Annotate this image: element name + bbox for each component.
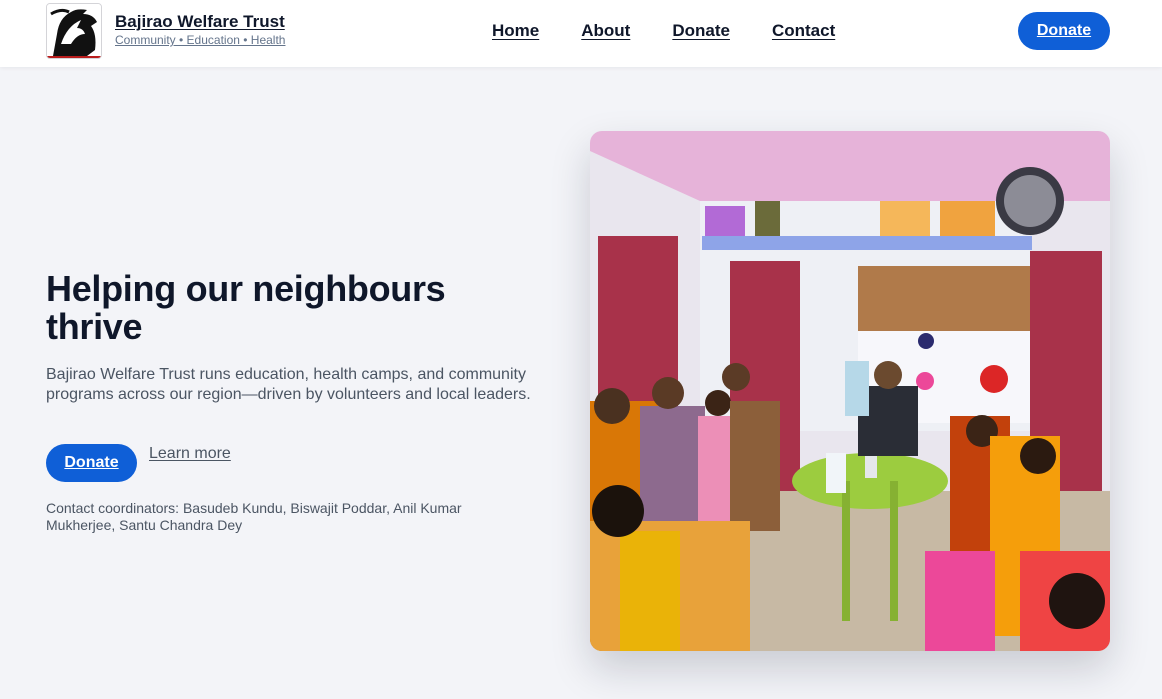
header-donate-button[interactable]: Donate <box>1018 12 1110 50</box>
logo-horse-icon <box>46 3 102 59</box>
hero-donate-button[interactable]: Donate <box>46 444 137 482</box>
nav-home[interactable]: Home <box>492 21 539 41</box>
nav-about[interactable]: About <box>581 21 630 41</box>
hero-title: Helping our neighbours thrive <box>46 268 446 347</box>
nav-donate[interactable]: Donate <box>672 21 730 41</box>
brand[interactable]: Bajirao Welfare Trust Community • Educat… <box>46 3 285 59</box>
main-nav: Home About Donate Contact <box>492 21 877 41</box>
brand-name: Bajirao Welfare Trust <box>115 12 285 31</box>
hero-description: Bajirao Welfare Trust runs education, he… <box>46 366 531 403</box>
brand-tagline: Community • Education • Health <box>115 33 286 47</box>
site-header: Bajirao Welfare Trust Community • Educat… <box>0 0 1162 67</box>
contact-coordinators: Contact coordinators: Basudeb Kundu, Bis… <box>46 500 462 533</box>
community-meeting-photo <box>590 131 1110 651</box>
nav-contact[interactable]: Contact <box>772 21 835 41</box>
learn-more-link[interactable]: Learn more <box>149 445 231 463</box>
